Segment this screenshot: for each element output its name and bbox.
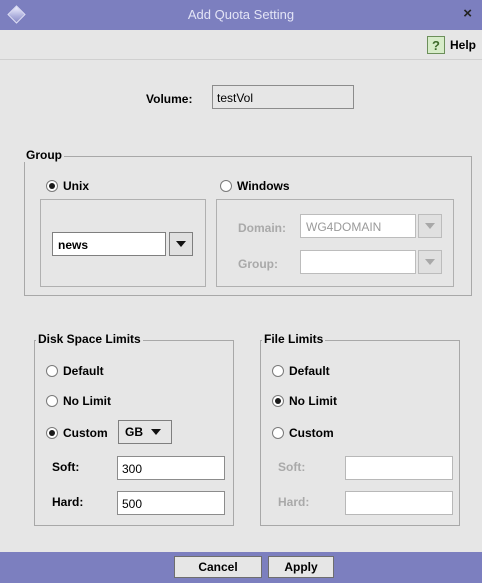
title-bar: Add Quota Setting × <box>0 0 482 30</box>
volume-label: Volume: <box>146 92 193 106</box>
chevron-down-icon <box>151 429 161 435</box>
domain-dropdown-button <box>418 214 442 238</box>
windows-group-dropdown-button <box>418 250 442 274</box>
file-soft-label: Soft: <box>278 460 306 474</box>
file-no-limit-label: No Limit <box>289 394 337 408</box>
file-custom-radio[interactable]: Custom <box>272 426 334 440</box>
file-custom-label: Custom <box>289 426 334 440</box>
file-no-limit-radio[interactable]: No Limit <box>272 394 337 408</box>
windows-group-label: Group: <box>238 257 278 271</box>
file-hard-input <box>345 491 453 515</box>
apply-button[interactable]: Apply <box>268 556 334 578</box>
disk-hard-input[interactable]: 500 <box>117 491 225 515</box>
unix-group-dropdown-button[interactable] <box>169 232 193 256</box>
chevron-down-icon <box>176 241 186 247</box>
radio-selected-icon <box>46 427 58 439</box>
unix-group-select[interactable]: news <box>52 232 166 256</box>
disk-limits-legend: Disk Space Limits <box>36 332 143 346</box>
windows-radio[interactable]: Windows <box>220 179 290 193</box>
toolbar: ? Help <box>0 30 482 60</box>
domain-label: Domain: <box>238 221 286 235</box>
chevron-down-icon <box>425 259 435 265</box>
disk-unit-value: GB <box>125 425 143 439</box>
file-hard-label: Hard: <box>278 495 310 509</box>
disk-unit-select[interactable]: GB <box>118 420 172 444</box>
disk-custom-label: Custom <box>63 426 108 440</box>
disk-soft-label: Soft: <box>52 460 80 474</box>
domain-select: WG4DOMAIN <box>300 214 416 238</box>
volume-field: testVol <box>212 85 354 109</box>
radio-unselected-icon <box>46 365 58 377</box>
radio-selected-icon <box>272 395 284 407</box>
disk-no-limit-radio[interactable]: No Limit <box>46 394 111 408</box>
disk-no-limit-label: No Limit <box>63 394 111 408</box>
file-limits-legend: File Limits <box>262 332 326 346</box>
cancel-button[interactable]: Cancel <box>174 556 262 578</box>
radio-unselected-icon <box>46 395 58 407</box>
disk-hard-label: Hard: <box>52 495 84 509</box>
disk-default-radio[interactable]: Default <box>46 364 104 378</box>
file-soft-input <box>345 456 453 480</box>
radio-selected-icon <box>46 180 58 192</box>
group-legend: Group <box>24 148 64 162</box>
disk-default-label: Default <box>63 364 104 378</box>
chevron-down-icon <box>425 223 435 229</box>
window-title: Add Quota Setting <box>187 7 295 22</box>
windows-group-select <box>300 250 416 274</box>
radio-unselected-icon <box>272 427 284 439</box>
windows-radio-label: Windows <box>237 179 290 193</box>
unix-radio-label: Unix <box>63 179 90 193</box>
help-question-icon: ? <box>426 36 445 54</box>
help-button[interactable]: ? Help <box>426 36 476 54</box>
disk-custom-radio[interactable]: Custom <box>46 426 108 440</box>
disk-soft-input[interactable]: 300 <box>117 456 225 480</box>
file-default-radio[interactable]: Default <box>272 364 330 378</box>
unix-radio[interactable]: Unix <box>46 179 89 193</box>
radio-unselected-icon <box>272 365 284 377</box>
close-icon[interactable]: × <box>463 5 472 22</box>
help-label: Help <box>449 38 476 52</box>
file-default-label: Default <box>289 364 330 378</box>
radio-unselected-icon <box>220 180 232 192</box>
